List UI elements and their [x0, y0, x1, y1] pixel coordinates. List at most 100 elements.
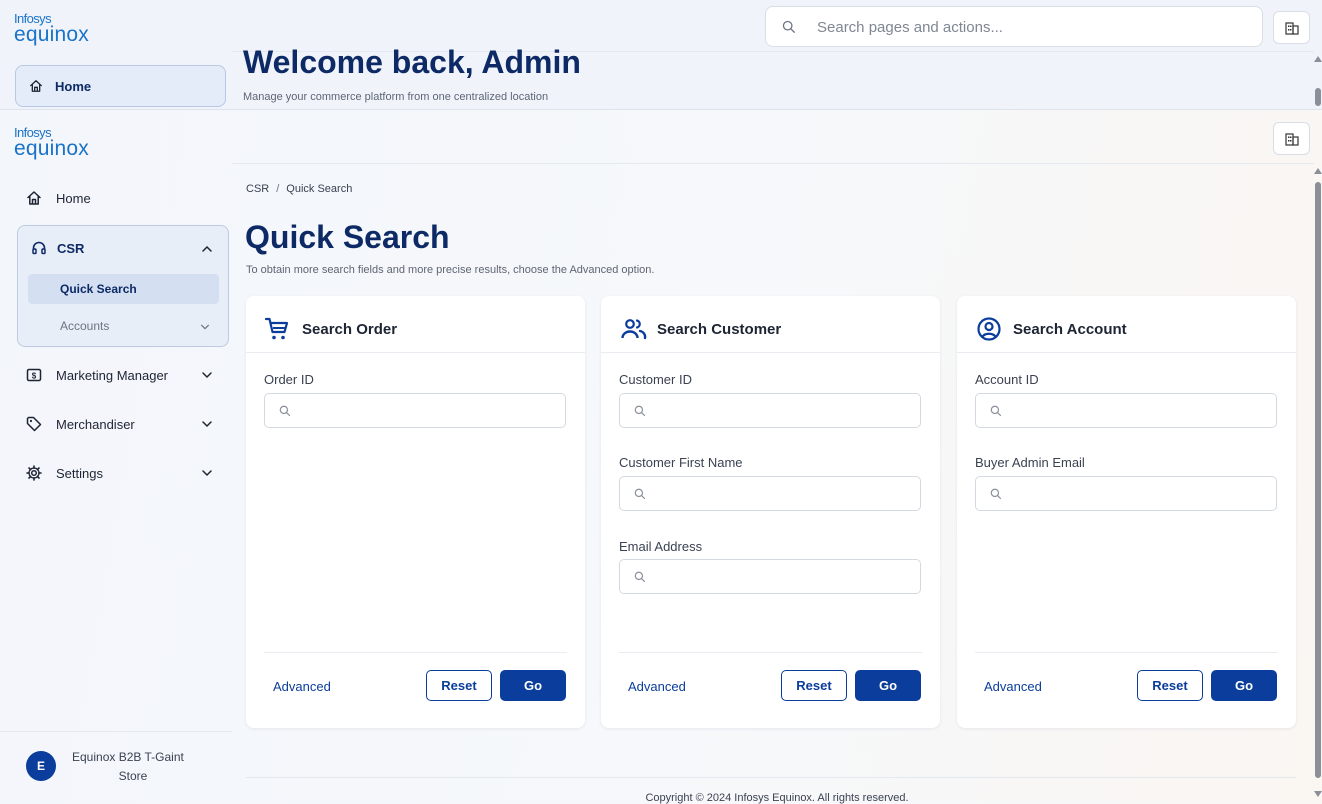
go-button[interactable]: Go [855, 670, 921, 701]
avatar[interactable]: E [26, 751, 56, 781]
home-icon [26, 190, 42, 206]
buyer-admin-email-input[interactable] [975, 476, 1277, 511]
sidebar-item-merchandiser-label: Merchandiser [56, 416, 135, 432]
email-address-label: Email Address [619, 539, 703, 554]
reset-button[interactable]: Reset [781, 670, 847, 701]
breadcrumb-separator: / [276, 183, 280, 195]
advanced-link[interactable]: Advanced [628, 679, 686, 694]
customer-first-name-input[interactable] [619, 476, 921, 511]
cart-icon [264, 316, 290, 342]
search-customer-card: Search Customer Customer ID Customer Fir… [601, 296, 940, 728]
header-divider [232, 163, 1314, 164]
building-icon [1284, 132, 1299, 146]
sidebar-item-quick-search[interactable]: Quick Search [28, 274, 219, 304]
account-id-label: Account ID [975, 372, 1039, 387]
card-footer-divider [975, 652, 1278, 653]
global-search-input[interactable]: Search pages and actions... [765, 6, 1263, 47]
dollar-card-icon: $ [26, 367, 42, 383]
search-icon [634, 405, 646, 417]
breadcrumb-current: Quick Search [286, 183, 353, 195]
ghost-sidebar-item-home[interactable]: Home [15, 65, 226, 107]
chevron-down-icon[interactable] [201, 418, 213, 430]
order-id-field[interactable] [301, 400, 561, 423]
order-id-input[interactable] [264, 393, 566, 428]
email-address-input[interactable] [619, 559, 921, 594]
tag-icon [26, 416, 42, 432]
gear-icon [26, 465, 42, 481]
ghost-scrollbar[interactable] [1314, 52, 1322, 108]
card-footer-divider [619, 652, 922, 653]
page-title: Quick Search [245, 219, 450, 255]
search-account-card: Search Account Account ID Buyer Admin Em… [957, 296, 1296, 728]
sidebar-item-csr-label: CSR [57, 240, 85, 256]
customer-first-name-label: Customer First Name [619, 455, 743, 470]
advanced-link[interactable]: Advanced [273, 679, 331, 694]
search-order-card: Search Order Order ID Advanced Reset Go [246, 296, 585, 728]
breadcrumb-csr[interactable]: CSR [246, 183, 269, 195]
go-button[interactable]: Go [500, 670, 566, 701]
search-icon [634, 488, 646, 500]
store-name: Equinox B2B T-Gaint [72, 750, 184, 764]
reset-button[interactable]: Reset [1137, 670, 1203, 701]
chevron-down-icon[interactable] [200, 322, 210, 332]
chevron-down-icon[interactable] [201, 467, 213, 479]
customer-first-name-field[interactable] [656, 483, 916, 506]
welcome-title: Welcome back, Admin [243, 44, 581, 80]
account-id-field[interactable] [1012, 400, 1272, 423]
sidebar-item-settings[interactable]: Settings [26, 465, 103, 481]
customer-id-label: Customer ID [619, 372, 692, 387]
search-icon [782, 20, 796, 34]
ghost-bottom-border [0, 109, 1322, 110]
card-title: Search Customer [657, 321, 782, 338]
sidebar-item-csr[interactable]: CSR [31, 240, 84, 256]
footer-divider [246, 777, 1296, 778]
logo-line2: equinox [14, 23, 89, 46]
search-icon [634, 571, 646, 583]
card-header: Search Account [957, 296, 1296, 353]
chevron-up-icon[interactable] [201, 243, 213, 255]
sidebar-item-home-label: Home [56, 190, 91, 206]
go-button[interactable]: Go [1211, 670, 1277, 701]
page-subtitle: To obtain more search fields and more pr… [246, 264, 655, 276]
users-icon [621, 318, 647, 340]
breadcrumb: CSR / Quick Search [246, 183, 352, 195]
user-circle-icon [976, 316, 1002, 342]
sidebar-item-quick-search-label: Quick Search [60, 282, 137, 296]
logo-line2: equinox [14, 137, 89, 160]
svg-text:$: $ [32, 372, 37, 381]
sidebar-item-accounts[interactable]: Accounts [60, 319, 109, 333]
email-address-field[interactable] [656, 566, 916, 589]
building-button[interactable] [1273, 122, 1310, 155]
sidebar-item-settings-label: Settings [56, 465, 103, 481]
sidebar-item-marketing-manager[interactable]: $ Marketing Manager [26, 367, 168, 383]
card-header: Search Customer [601, 296, 940, 353]
sidebar-divider [0, 731, 232, 732]
building-button[interactable] [1273, 11, 1310, 44]
search-icon [990, 488, 1002, 500]
card-header: Search Order [246, 296, 585, 353]
building-icon [1284, 21, 1299, 35]
chevron-down-icon[interactable] [201, 369, 213, 381]
sidebar-logo: Infosys equinox [14, 126, 89, 159]
sidebar: Infosys equinox Home CSR Quick Search Ac… [0, 111, 232, 801]
customer-id-input[interactable] [619, 393, 921, 428]
sidebar-item-merchandiser[interactable]: Merchandiser [26, 416, 135, 432]
scrollbar-thumb[interactable] [1315, 182, 1321, 778]
main-scrollbar[interactable] [1314, 164, 1322, 801]
buyer-admin-email-field[interactable] [1012, 483, 1272, 506]
account-id-input[interactable] [975, 393, 1277, 428]
ghost-home-label: Home [55, 78, 92, 94]
card-title: Search Account [1013, 321, 1127, 338]
welcome-subtitle: Manage your commerce platform from one c… [243, 91, 549, 103]
logo: Infosys equinox [14, 12, 89, 45]
sidebar-group-csr: CSR Quick Search Accounts [17, 225, 229, 347]
card-footer-divider [264, 652, 567, 653]
search-icon [279, 405, 291, 417]
customer-id-field[interactable] [656, 400, 916, 423]
copyright-text: Copyright © 2024 Infosys Equinox. All ri… [645, 792, 909, 804]
sidebar-item-home[interactable]: Home [26, 190, 91, 206]
order-id-label: Order ID [264, 372, 314, 387]
reset-button[interactable]: Reset [426, 670, 492, 701]
advanced-link[interactable]: Advanced [984, 679, 1042, 694]
search-icon [990, 405, 1002, 417]
